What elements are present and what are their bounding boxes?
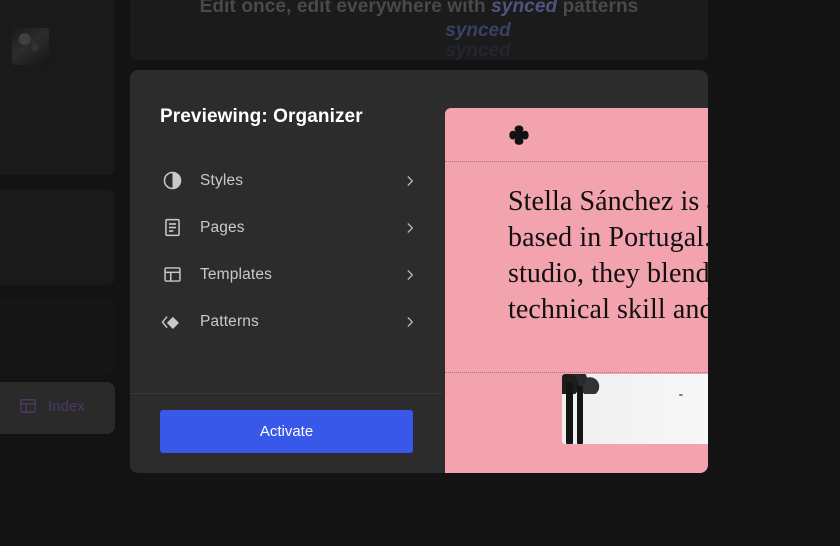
menu-label-styles: Styles — [200, 171, 244, 189]
index-item[interactable]: Index — [18, 396, 85, 416]
banner-emphasis: synced — [491, 0, 558, 17]
banner-text-after: patterns — [557, 0, 639, 17]
photo-trunk-left — [566, 382, 573, 444]
preview-divider-top — [445, 161, 708, 162]
modal-footer: Activate — [130, 393, 443, 473]
menu-item-templates[interactable]: Templates — [130, 251, 443, 298]
layout-icon — [18, 396, 38, 416]
photo-trunk-right — [577, 386, 583, 444]
background-card-index[interactable]: Index — [0, 382, 115, 434]
menu-item-patterns[interactable]: Patterns — [130, 298, 443, 345]
modal-left-panel: Previewing: Organizer Styles Pages Templ… — [130, 70, 443, 473]
activate-button[interactable]: Activate — [160, 410, 413, 453]
banner-ghost-word-1: synced — [445, 20, 511, 41]
banner-text-before: Edit once, edit everywhere with — [199, 0, 492, 17]
banner-headline: Edit once, edit everywhere with synced p… — [130, 0, 708, 18]
theme-preview-pane[interactable]: Stella Sánchez is a photographer based i… — [443, 70, 708, 473]
index-label: Index — [48, 397, 85, 415]
chevron-right-icon — [403, 315, 417, 329]
author-avatar — [12, 28, 49, 65]
menu-label-patterns: Patterns — [200, 312, 259, 330]
preview-heading: Stella Sánchez is a photographer based i… — [508, 186, 708, 325]
clover-logo-icon — [505, 122, 533, 150]
menu-label-pages: Pages — [200, 218, 245, 236]
modal-menu-list: Styles Pages Templates Patterns — [130, 157, 443, 393]
background-card-author: Ella — [0, 0, 115, 175]
layout-icon — [160, 263, 184, 287]
menu-item-styles[interactable]: Styles — [130, 157, 443, 204]
banner-ghost-word-2: synced — [445, 40, 511, 60]
background-banner: Edit once, edit everywhere with synced p… — [130, 0, 708, 60]
preview-modal: Previewing: Organizer Styles Pages Templ… — [130, 70, 708, 473]
chevron-right-icon — [403, 174, 417, 188]
contrast-icon — [160, 169, 184, 193]
preview-page: Stella Sánchez is a photographer based i… — [445, 108, 708, 473]
preview-divider-bottom — [445, 372, 708, 373]
background-card-empty — [0, 300, 115, 375]
document-icon — [160, 216, 184, 240]
menu-label-templates: Templates — [200, 265, 272, 283]
chevron-right-icon — [403, 268, 417, 282]
chevron-right-icon — [403, 221, 417, 235]
modal-title: Previewing: Organizer — [160, 106, 363, 127]
background-card-quote: matic.↩ — [0, 190, 115, 285]
pattern-icon — [160, 310, 184, 334]
menu-item-pages[interactable]: Pages — [130, 204, 443, 251]
preview-photo — [562, 374, 708, 444]
